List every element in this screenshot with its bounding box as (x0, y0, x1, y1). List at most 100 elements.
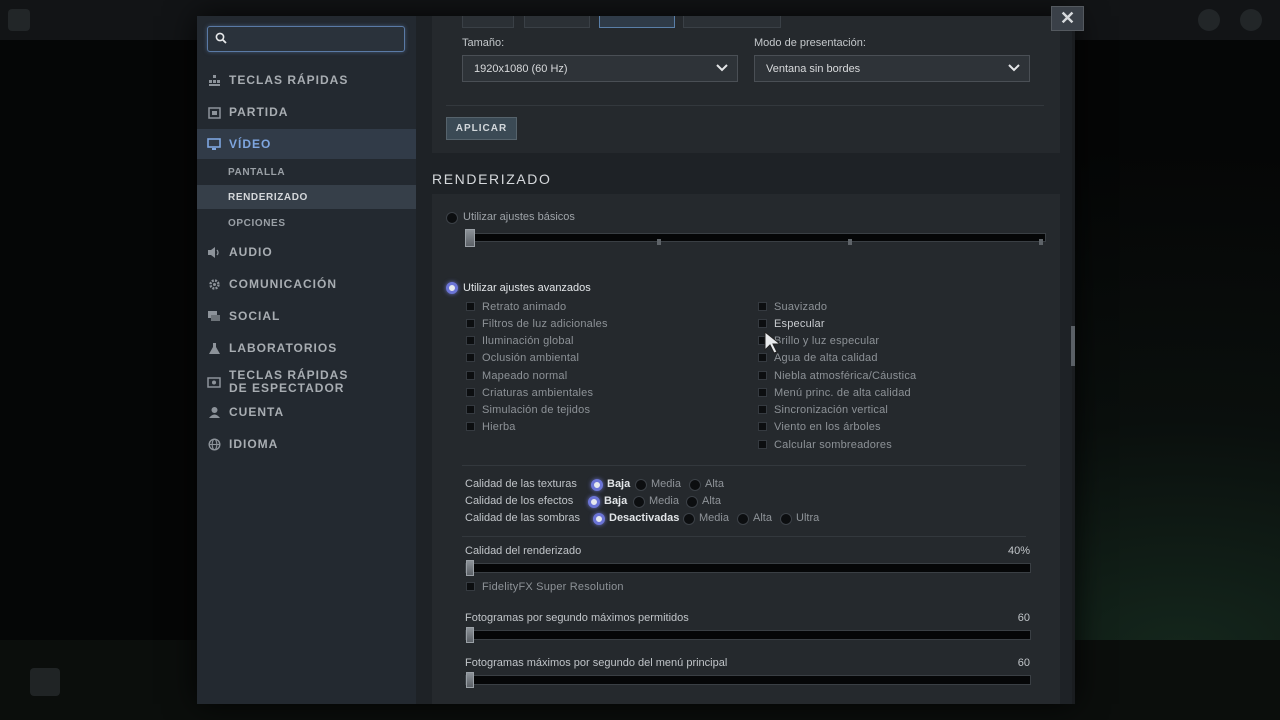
search-box[interactable] (207, 26, 405, 52)
checkbox-cloth-simulation[interactable] (466, 405, 475, 414)
option-label: Viento en los árboles (774, 421, 881, 433)
sidebar-item-game[interactable]: PARTIDA (197, 97, 416, 127)
sidebar-subitem-label: RENDERIZADO (228, 191, 308, 203)
slider-tick (657, 239, 661, 245)
sidebar-item-comms[interactable]: COMUNICACIÓN (197, 269, 416, 299)
resolution-preset-button[interactable] (683, 16, 781, 28)
render-quality-label: Calidad del renderizado (465, 545, 582, 557)
apply-button[interactable]: APLICAR (446, 117, 517, 140)
render-quality-slider[interactable] (465, 563, 1031, 573)
checkbox-fsr[interactable] (466, 582, 475, 591)
checkbox-ambient-occlusion[interactable] (466, 353, 475, 362)
sidebar-item-language[interactable]: IDIOMA (197, 429, 416, 459)
checkbox-atmospheric-fog[interactable] (758, 371, 767, 380)
effects-low-label: Baja (604, 495, 628, 507)
divider (462, 465, 1026, 466)
texture-medium-radio[interactable] (635, 479, 647, 491)
texture-low-radio[interactable] (591, 479, 603, 491)
size-value: 1920x1080 (60 Hz) (474, 62, 568, 75)
shadows-ultra-radio[interactable] (780, 513, 792, 525)
sidebar-item-spectator[interactable]: TECLAS RÁPIDAS DE ESPECTADOR (197, 365, 416, 399)
sidebar-subitem-pantalla[interactable]: PANTALLA (197, 160, 416, 184)
shadows-off-radio[interactable] (593, 513, 605, 525)
sidebar-item-account[interactable]: CUENTA (197, 397, 416, 427)
chat-icon (207, 309, 221, 323)
resolution-preset-button[interactable] (462, 16, 514, 28)
sidebar-item-label: VÍDEO (229, 137, 272, 151)
settings-panel: TECLAS RÁPIDAS PARTIDA VÍDEO PANTALLA RE… (197, 16, 1075, 704)
shadows-medium-radio[interactable] (683, 513, 695, 525)
monitor-icon (207, 137, 221, 151)
grid-icon (207, 73, 221, 87)
close-button[interactable]: ✕ (1051, 6, 1084, 31)
display-section: Tamaño: 1920x1080 (60 Hz) Modo de presen… (432, 16, 1060, 153)
mode-value: Ventana sin bordes (766, 62, 861, 75)
sidebar-item-audio[interactable]: AUDIO (197, 237, 416, 267)
basic-quality-slider[interactable] (465, 233, 1046, 242)
sidebar-subitem-label: PANTALLA (228, 166, 286, 178)
checkbox-specular[interactable] (758, 319, 767, 328)
option-label: Iluminación global (482, 335, 574, 347)
option-label: Retrato animado (482, 301, 567, 313)
shadows-high-radio[interactable] (737, 513, 749, 525)
speaker-icon (207, 245, 221, 259)
divider (462, 536, 1026, 537)
basic-quality-knob[interactable] (465, 229, 475, 247)
menu-fps-slider[interactable] (465, 675, 1031, 685)
option-label: Suavizado (774, 301, 828, 313)
spectator-icon (207, 375, 221, 389)
effects-medium-radio[interactable] (633, 496, 645, 508)
checkbox-ambient-creatures[interactable] (466, 388, 475, 397)
sidebar-item-video[interactable]: VÍDEO (197, 129, 416, 159)
sidebar-item-label: TECLAS RÁPIDAS (229, 73, 349, 87)
gear-icon (207, 277, 221, 291)
shadows-ultra-label: Ultra (796, 512, 820, 524)
texture-medium-label: Media (651, 478, 681, 490)
basic-settings-label: Utilizar ajustes básicos (463, 211, 575, 223)
sidebar-item-label: LABORATORIOS (229, 341, 338, 355)
game-icon (207, 105, 221, 119)
sidebar-item-labs[interactable]: LABORATORIOS (197, 333, 416, 363)
sidebar-item-hotkeys[interactable]: TECLAS RÁPIDAS (197, 65, 416, 95)
resolution-preset-button[interactable] (599, 16, 675, 28)
option-label: Brillo y luz especular (774, 335, 880, 347)
sidebar-item-label: CUENTA (229, 405, 285, 419)
texture-high-radio[interactable] (689, 479, 701, 491)
globe-icon (207, 437, 221, 451)
basic-settings-radio[interactable] (446, 212, 458, 224)
render-quality-knob[interactable] (466, 560, 474, 576)
mode-dropdown[interactable]: Ventana sin bordes (754, 55, 1030, 82)
checkbox-hq-dashboard[interactable] (758, 388, 767, 397)
scrollbar-thumb[interactable] (1071, 326, 1075, 366)
checkbox-normal-mapping[interactable] (466, 371, 475, 380)
checkbox-grass[interactable] (466, 422, 475, 431)
menu-fps-knob[interactable] (466, 672, 474, 688)
search-input[interactable] (232, 30, 400, 48)
advanced-settings-radio[interactable] (446, 282, 458, 294)
size-dropdown[interactable]: 1920x1080 (60 Hz) (462, 55, 738, 82)
checkbox-tree-wind[interactable] (758, 422, 767, 431)
texture-high-label: Alta (705, 478, 724, 490)
checkbox-vsync[interactable] (758, 405, 767, 414)
checkbox-global-illumination[interactable] (466, 336, 475, 345)
sidebar-item-label: PARTIDA (229, 105, 289, 119)
resolution-preset-button[interactable] (524, 16, 590, 28)
checkbox-compute-shaders[interactable] (758, 440, 767, 449)
slider-tick (848, 239, 852, 245)
option-label: Agua de alta calidad (774, 352, 878, 364)
sidebar-subitem-renderizado[interactable]: RENDERIZADO (197, 185, 416, 209)
option-label: Oclusión ambiental (482, 352, 580, 364)
sidebar-subitem-opciones[interactable]: OPCIONES (197, 211, 416, 235)
checkbox-extra-lights[interactable] (466, 319, 475, 328)
divider (446, 105, 1044, 106)
sidebar-item-social[interactable]: SOCIAL (197, 301, 416, 331)
fps-knob[interactable] (466, 627, 474, 643)
checkbox-antialiasing[interactable] (758, 302, 767, 311)
effects-low-radio[interactable] (588, 496, 600, 508)
checkbox-animated-portrait[interactable] (466, 302, 475, 311)
effects-high-radio[interactable] (686, 496, 698, 508)
fps-slider[interactable] (465, 630, 1031, 640)
option-label: Menú princ. de alta calidad (774, 387, 911, 399)
background-icon (30, 668, 60, 696)
settings-sidebar: TECLAS RÁPIDAS PARTIDA VÍDEO PANTALLA RE… (197, 16, 416, 704)
